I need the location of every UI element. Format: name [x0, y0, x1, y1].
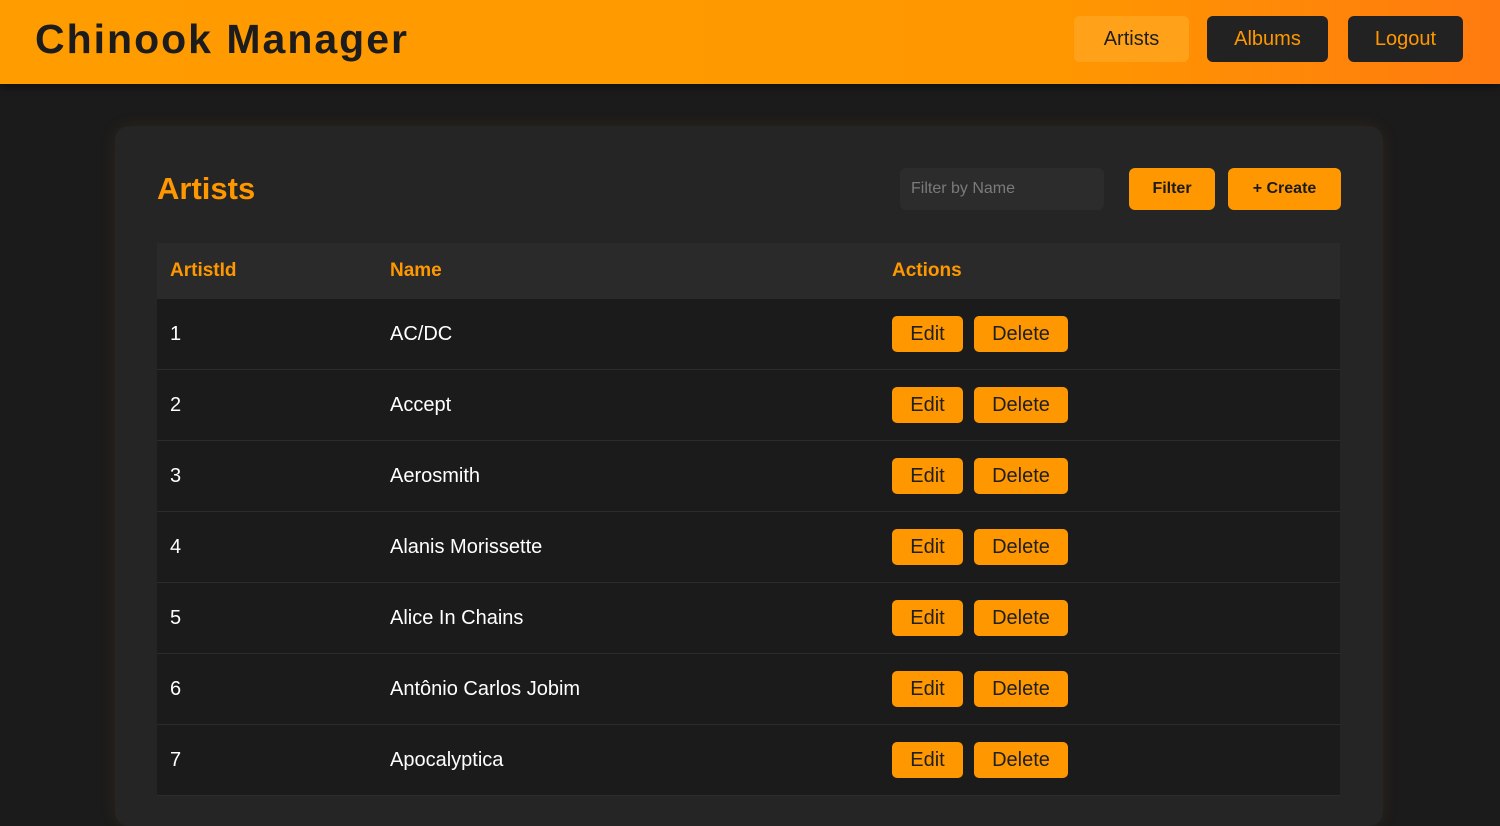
column-header-name: Name — [390, 260, 442, 281]
create-button[interactable]: + Create — [1228, 168, 1341, 210]
artist-id-cell: 4 — [170, 536, 182, 558]
logout-button[interactable]: Logout — [1348, 16, 1463, 62]
artist-id-cell: 3 — [170, 465, 182, 487]
column-header-artistid: ArtistId — [170, 260, 237, 281]
table-row: 7 Apocalyptica Edit Delete — [157, 725, 1340, 796]
nav-albums-button[interactable]: Albums — [1207, 16, 1328, 62]
delete-button[interactable]: Delete — [974, 600, 1068, 636]
edit-button[interactable]: Edit — [892, 600, 963, 636]
table-row: 4 Alanis Morissette Edit Delete — [157, 512, 1340, 583]
delete-button[interactable]: Delete — [974, 316, 1068, 352]
page-title: Artists — [157, 171, 256, 206]
table-row: 3 Aerosmith Edit Delete — [157, 441, 1340, 512]
delete-button[interactable]: Delete — [974, 671, 1068, 707]
table-row: 1 AC/DC Edit Delete — [157, 299, 1340, 370]
edit-button[interactable]: Edit — [892, 529, 963, 565]
table-row: 5 Alice In Chains Edit Delete — [157, 583, 1340, 654]
delete-button[interactable]: Delete — [974, 458, 1068, 494]
artist-name-cell: Alanis Morissette — [390, 536, 543, 558]
artist-name-cell: Alice In Chains — [390, 607, 524, 629]
artist-name-cell: Aerosmith — [390, 465, 481, 487]
artist-name-cell: Apocalyptica — [390, 749, 504, 771]
artists-table: ArtistId Name Actions 1 AC/DC Edit Delet… — [157, 243, 1340, 796]
edit-button[interactable]: Edit — [892, 742, 963, 778]
artists-panel: Artists Filter + Create ArtistId Name Ac… — [115, 126, 1383, 826]
table-row: 2 Accept Edit Delete — [157, 370, 1340, 441]
artist-id-cell: 5 — [170, 607, 182, 629]
artist-id-cell: 6 — [170, 678, 182, 700]
filter-name-input[interactable] — [900, 168, 1104, 210]
delete-button[interactable]: Delete — [974, 529, 1068, 565]
column-header-actions: Actions — [892, 260, 962, 281]
edit-button[interactable]: Edit — [892, 671, 963, 707]
artist-id-cell: 1 — [170, 323, 182, 345]
nav-artists-button[interactable]: Artists — [1074, 16, 1189, 62]
artist-id-cell: 7 — [170, 749, 182, 771]
app-brand: Chinook Manager — [35, 16, 409, 62]
table-row: 6 Antônio Carlos Jobim Edit Delete — [157, 654, 1340, 725]
filter-button[interactable]: Filter — [1129, 168, 1215, 210]
artist-name-cell: Accept — [390, 394, 452, 416]
edit-button[interactable]: Edit — [892, 458, 963, 494]
edit-button[interactable]: Edit — [892, 316, 963, 352]
top-navbar: Chinook Manager Artists Albums Logout — [0, 0, 1500, 84]
artist-name-cell: Antônio Carlos Jobim — [390, 678, 581, 700]
delete-button[interactable]: Delete — [974, 742, 1068, 778]
artist-id-cell: 2 — [170, 394, 182, 416]
edit-button[interactable]: Edit — [892, 387, 963, 423]
delete-button[interactable]: Delete — [974, 387, 1068, 423]
artist-name-cell: AC/DC — [390, 323, 453, 345]
table-header: ArtistId Name Actions — [157, 243, 1340, 299]
